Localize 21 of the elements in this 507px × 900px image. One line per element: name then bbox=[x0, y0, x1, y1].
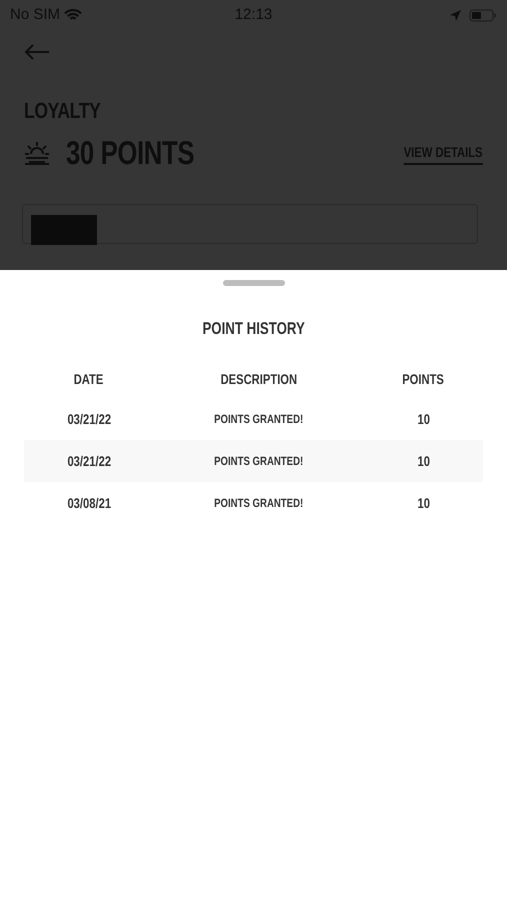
sunrise-icon bbox=[24, 141, 50, 165]
points-cell-text: 10 bbox=[417, 410, 430, 429]
points-cell-text: 10 bbox=[417, 452, 430, 471]
column-header: POINTS bbox=[402, 370, 444, 389]
battery-icon bbox=[468, 8, 497, 22]
date-cell-text: 03/08/21 bbox=[67, 494, 111, 513]
date-cell-text: 03/21/22 bbox=[67, 410, 111, 429]
wifi-icon bbox=[64, 8, 82, 22]
back-arrow-icon[interactable] bbox=[24, 44, 50, 60]
sheet-title: POINT HISTORY bbox=[202, 318, 305, 340]
description-cell-text: POINTS GRANTED! bbox=[214, 495, 304, 512]
column-header: DATE bbox=[74, 370, 104, 389]
column-header: DESCRIPTION bbox=[220, 370, 298, 389]
drag-handle[interactable] bbox=[222, 280, 284, 286]
date-cell-text: 03/21/22 bbox=[67, 452, 111, 471]
description-cell-text: POINTS GRANTED! bbox=[214, 411, 304, 428]
location-arrow-icon bbox=[450, 10, 461, 20]
description-cell-text: POINTS GRANTED! bbox=[214, 453, 304, 470]
points-cell-text: 10 bbox=[417, 494, 430, 513]
offer-thumbnail bbox=[31, 215, 97, 245]
offer-card[interactable] bbox=[22, 204, 478, 244]
